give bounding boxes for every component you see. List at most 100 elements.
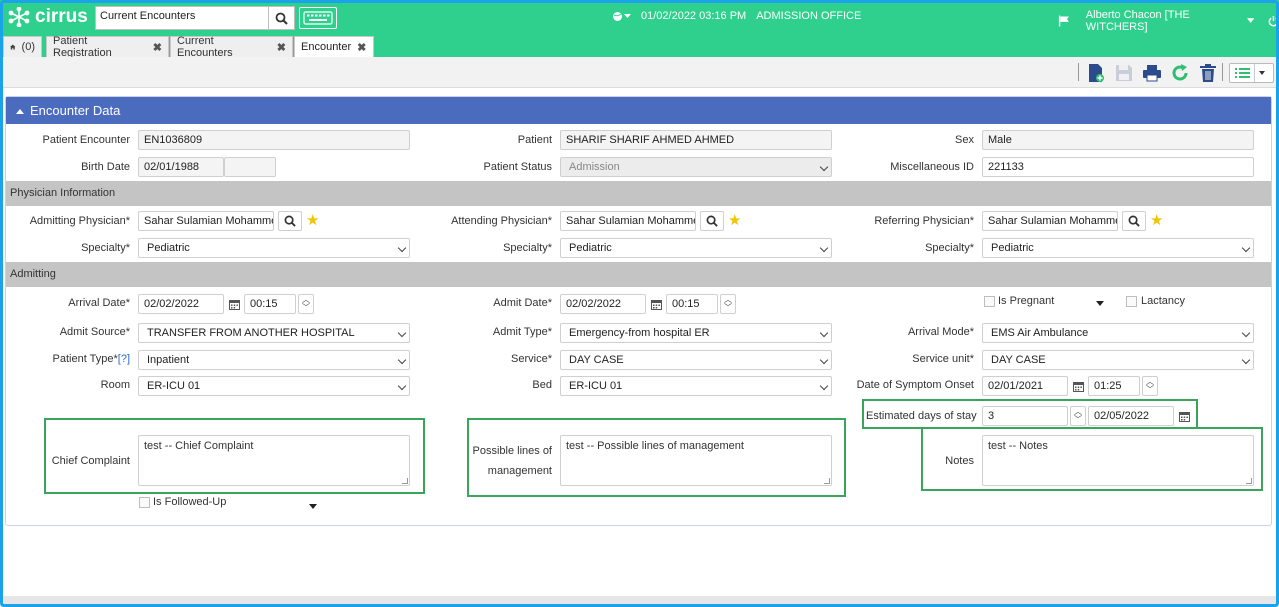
patient-type-help-link[interactable]: [?] xyxy=(118,353,130,365)
flag-icon[interactable] xyxy=(1058,15,1070,27)
favorite-star-icon[interactable]: ★ xyxy=(1150,213,1163,228)
close-icon[interactable]: ✖ xyxy=(277,41,286,54)
specialty-label: Specialty* xyxy=(503,242,552,254)
is-pregnant-checkbox[interactable] xyxy=(984,296,995,307)
calendar-icon[interactable] xyxy=(648,294,664,314)
admit-date-field[interactable]: 02/02/2022 xyxy=(560,294,646,314)
calendar-icon[interactable] xyxy=(1176,406,1192,426)
service-unit-label: Service unit* xyxy=(912,353,974,365)
refresh-button[interactable] xyxy=(1169,62,1191,84)
bottom-strip xyxy=(0,596,1279,607)
favorite-star-icon[interactable]: ★ xyxy=(306,213,319,228)
favorite-star-icon[interactable]: ★ xyxy=(728,213,741,228)
followed-up-checkbox[interactable] xyxy=(139,497,150,508)
estimated-days-field[interactable]: 3 xyxy=(982,406,1068,426)
service-unit-select[interactable]: DAY CASE xyxy=(982,350,1254,370)
room-select[interactable]: ER-ICU 01 xyxy=(138,376,410,396)
management-textarea[interactable]: test -- Possible lines of management xyxy=(560,435,832,486)
search-button[interactable] xyxy=(268,6,295,30)
tab-current-encounters[interactable]: Current Encounters ✖ xyxy=(170,35,293,59)
symptom-onset-time-stepper[interactable]: ︿ ﹀ xyxy=(1142,376,1158,396)
chevron-down-icon xyxy=(819,355,829,365)
admitting-specialty-select[interactable]: Pediatric xyxy=(138,238,410,258)
power-icon[interactable] xyxy=(1268,15,1279,27)
chevron-down-icon xyxy=(819,243,829,253)
global-search-input[interactable]: Current Encounters xyxy=(95,6,269,30)
delete-button[interactable] xyxy=(1197,62,1219,84)
age-field[interactable] xyxy=(224,157,276,177)
patient-field[interactable]: SHARIF SHARIF AHMED AHMED xyxy=(560,130,832,150)
arrival-time-field[interactable]: 00:15 xyxy=(244,294,296,314)
admit-source-label: Admit Source* xyxy=(59,326,130,338)
admit-type-select[interactable]: Emergency-from hospital ER xyxy=(560,323,832,343)
tab-patient-registration[interactable]: Patient Registration ✖ xyxy=(46,35,169,59)
chevron-down-icon xyxy=(1241,328,1251,338)
chief-complaint-textarea[interactable]: test -- Chief Complaint xyxy=(138,435,410,486)
caret-down-icon[interactable] xyxy=(309,504,317,509)
attending-physician-search-button[interactable] xyxy=(700,211,724,231)
resize-handle-icon[interactable] xyxy=(402,478,408,484)
home-icon xyxy=(10,44,16,50)
keyboard-button[interactable] xyxy=(299,7,337,29)
misc-id-field[interactable]: 221133 xyxy=(982,157,1254,177)
tabs-bar: (0) Patient Registration ✖ Current Encou… xyxy=(0,35,1279,59)
patient-status-select[interactable]: Admission xyxy=(560,157,832,177)
trash-icon xyxy=(1200,64,1216,82)
estimated-days-stepper[interactable]: ︿ ﹀ xyxy=(1070,406,1086,426)
arrival-date-field[interactable]: 02/02/2022 xyxy=(138,294,224,314)
print-button[interactable] xyxy=(1141,62,1163,84)
arrival-mode-select[interactable]: EMS Air Ambulance xyxy=(982,323,1254,343)
admit-time-stepper[interactable]: ︿ ﹀ xyxy=(720,294,736,314)
close-icon[interactable]: ✖ xyxy=(357,41,366,54)
attending-physician-field[interactable]: Sahar Sulamian Mohammed xyxy=(560,211,696,231)
toolbar-divider xyxy=(1222,63,1223,81)
attending-specialty-select[interactable]: Pediatric xyxy=(560,238,832,258)
followed-up-label: Is Followed-Up xyxy=(153,496,227,508)
admit-time-field[interactable]: 00:15 xyxy=(666,294,718,314)
brand-logo[interactable]: cirrus xyxy=(6,5,88,29)
tab-label: Patient Registration xyxy=(53,35,112,59)
service-value: DAY CASE xyxy=(569,354,624,366)
admitting-physician-label: Admitting Physician* xyxy=(29,215,130,227)
caret-down-icon[interactable] xyxy=(1096,301,1104,306)
calendar-icon[interactable] xyxy=(226,294,242,314)
patient-status-value: Admission xyxy=(569,161,620,173)
patient-encounter-field[interactable]: EN1036809 xyxy=(138,130,410,150)
user-menu[interactable]: Alberto Chacon [THE WITCHERS] xyxy=(1086,9,1239,33)
arrival-mode-label: Arrival Mode* xyxy=(907,326,974,338)
notes-textarea[interactable]: test -- Notes xyxy=(982,435,1254,486)
new-record-button[interactable] xyxy=(1085,62,1107,84)
tab-encounter[interactable]: Encounter ✖ xyxy=(294,36,374,57)
globe-icon[interactable] xyxy=(612,11,631,22)
panel-header[interactable]: Encounter Data xyxy=(6,97,1271,124)
management-label-line1: Possible lines of xyxy=(472,445,553,457)
lactancy-checkbox[interactable] xyxy=(1126,296,1137,307)
tab-home[interactable]: (0) xyxy=(3,36,42,57)
estimated-date-field[interactable]: 02/05/2022 xyxy=(1088,406,1174,426)
resize-handle-icon[interactable] xyxy=(1246,478,1252,484)
patient-type-select[interactable]: Inpatient xyxy=(138,350,410,370)
admit-source-select[interactable]: TRANSFER FROM ANOTHER HOSPITAL xyxy=(138,323,410,343)
referring-physician-search-button[interactable] xyxy=(1122,211,1146,231)
referring-specialty-select[interactable]: Pediatric xyxy=(982,238,1254,258)
save-button[interactable] xyxy=(1113,62,1135,84)
calendar-icon[interactable] xyxy=(1070,376,1086,396)
admitting-physician-field[interactable]: Sahar Sulamian Mohammed xyxy=(138,211,274,231)
chevron-down-icon[interactable] xyxy=(1246,18,1255,24)
arrival-time-stepper[interactable]: ︿ ﹀ xyxy=(298,294,314,314)
birth-date-field[interactable]: 02/01/1988 xyxy=(138,157,224,177)
sex-field[interactable]: Male xyxy=(982,130,1254,150)
bed-value: ER-ICU 01 xyxy=(569,380,623,392)
symptom-onset-time-field[interactable]: 01:25 xyxy=(1088,376,1140,396)
admitting-physician-search-button[interactable] xyxy=(278,211,302,231)
admit-date-label: Admit Date* xyxy=(493,297,552,309)
bed-select[interactable]: ER-ICU 01 xyxy=(560,376,832,396)
close-icon[interactable]: ✖ xyxy=(153,41,162,54)
bed-label: Bed xyxy=(532,379,552,391)
resize-handle-icon[interactable] xyxy=(824,478,830,484)
encounter-panel: Encounter Data Patient Encounter EN10368… xyxy=(5,96,1272,526)
symptom-onset-date-field[interactable]: 02/01/2021 xyxy=(982,376,1068,396)
list-view-dropdown[interactable] xyxy=(1229,63,1274,83)
referring-physician-field[interactable]: Sahar Sulamian Mohammed xyxy=(982,211,1118,231)
service-select[interactable]: DAY CASE xyxy=(560,350,832,370)
